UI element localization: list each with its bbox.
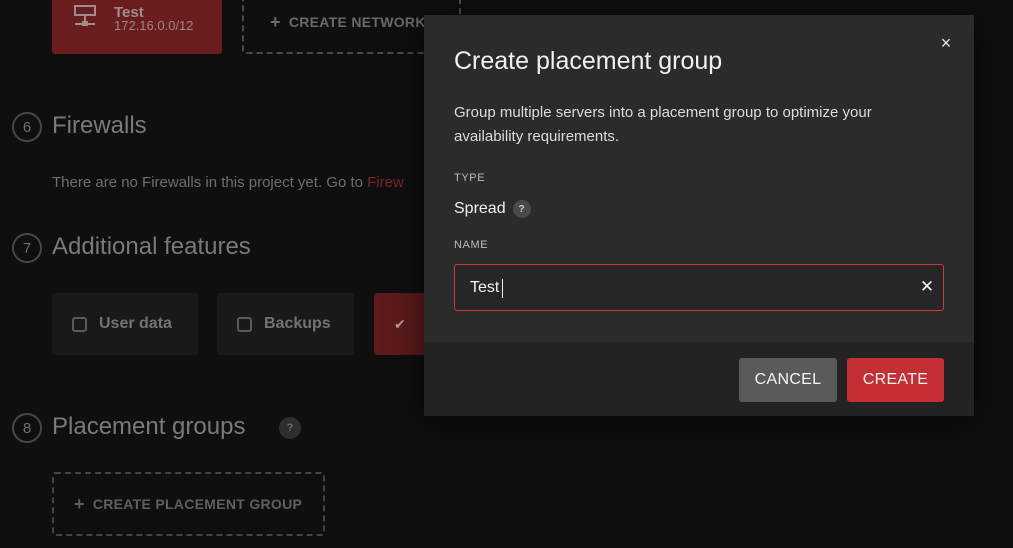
step-number-firewalls: 6 xyxy=(12,112,42,142)
section-title-features: Additional features xyxy=(52,233,251,260)
close-icon[interactable]: × xyxy=(936,33,956,53)
name-input[interactable] xyxy=(455,265,915,310)
create-placement-group-button[interactable]: + CREATE PLACEMENT GROUP xyxy=(52,472,325,536)
create-network-label: CREATE NETWORK xyxy=(288,14,426,30)
feature-user-data[interactable]: User data xyxy=(52,293,198,355)
feature-label: Backups xyxy=(264,315,331,332)
modal-body: × Create placement group Group multiple … xyxy=(424,15,974,342)
section-title-placement: Placement groups xyxy=(52,413,246,440)
type-value-text: Spread xyxy=(454,200,506,217)
feature-label: User data xyxy=(99,315,172,332)
cancel-button[interactable]: CANCEL xyxy=(739,358,837,402)
modal-description: Group multiple servers into a placement … xyxy=(454,104,872,145)
plus-icon: + xyxy=(74,493,85,514)
checkbox-icon xyxy=(237,316,252,332)
help-icon[interactable]: ? xyxy=(279,417,301,439)
plus-icon: + xyxy=(270,11,281,32)
checkbox-icon xyxy=(72,316,87,332)
clear-icon[interactable]: ✕ xyxy=(917,277,937,297)
firewalls-empty-text: There are no Firewalls in this project y… xyxy=(52,174,404,191)
checkmark-icon: ✔ xyxy=(394,315,406,332)
create-placement-group-label: CREATE PLACEMENT GROUP xyxy=(92,496,303,512)
firewalls-link[interactable]: Firew xyxy=(367,174,404,191)
create-button[interactable]: CREATE xyxy=(847,358,944,402)
step-number-placement: 8 xyxy=(12,413,42,443)
network-card[interactable]: Test 172.16.0.0/12 xyxy=(52,0,222,54)
create-placement-group-modal: × Create placement group Group multiple … xyxy=(424,15,974,416)
text-caret xyxy=(502,279,503,298)
modal-title: Create placement group xyxy=(454,47,723,75)
help-icon[interactable]: ? xyxy=(512,200,531,218)
type-value: Spread ? xyxy=(454,200,531,218)
name-field: ✕ xyxy=(454,264,944,311)
firewalls-empty-prefix: There are no Firewalls in this project y… xyxy=(52,174,368,191)
section-title-firewalls: Firewalls xyxy=(52,112,147,139)
network-icon xyxy=(74,5,96,26)
type-label: TYPE xyxy=(454,172,486,184)
modal-footer: CANCEL CREATE xyxy=(424,342,974,416)
step-number-features: 7 xyxy=(12,233,42,263)
name-label: NAME xyxy=(454,239,489,251)
network-cidr: 172.16.0.0/12 xyxy=(114,18,194,33)
feature-backups[interactable]: Backups xyxy=(217,293,354,355)
